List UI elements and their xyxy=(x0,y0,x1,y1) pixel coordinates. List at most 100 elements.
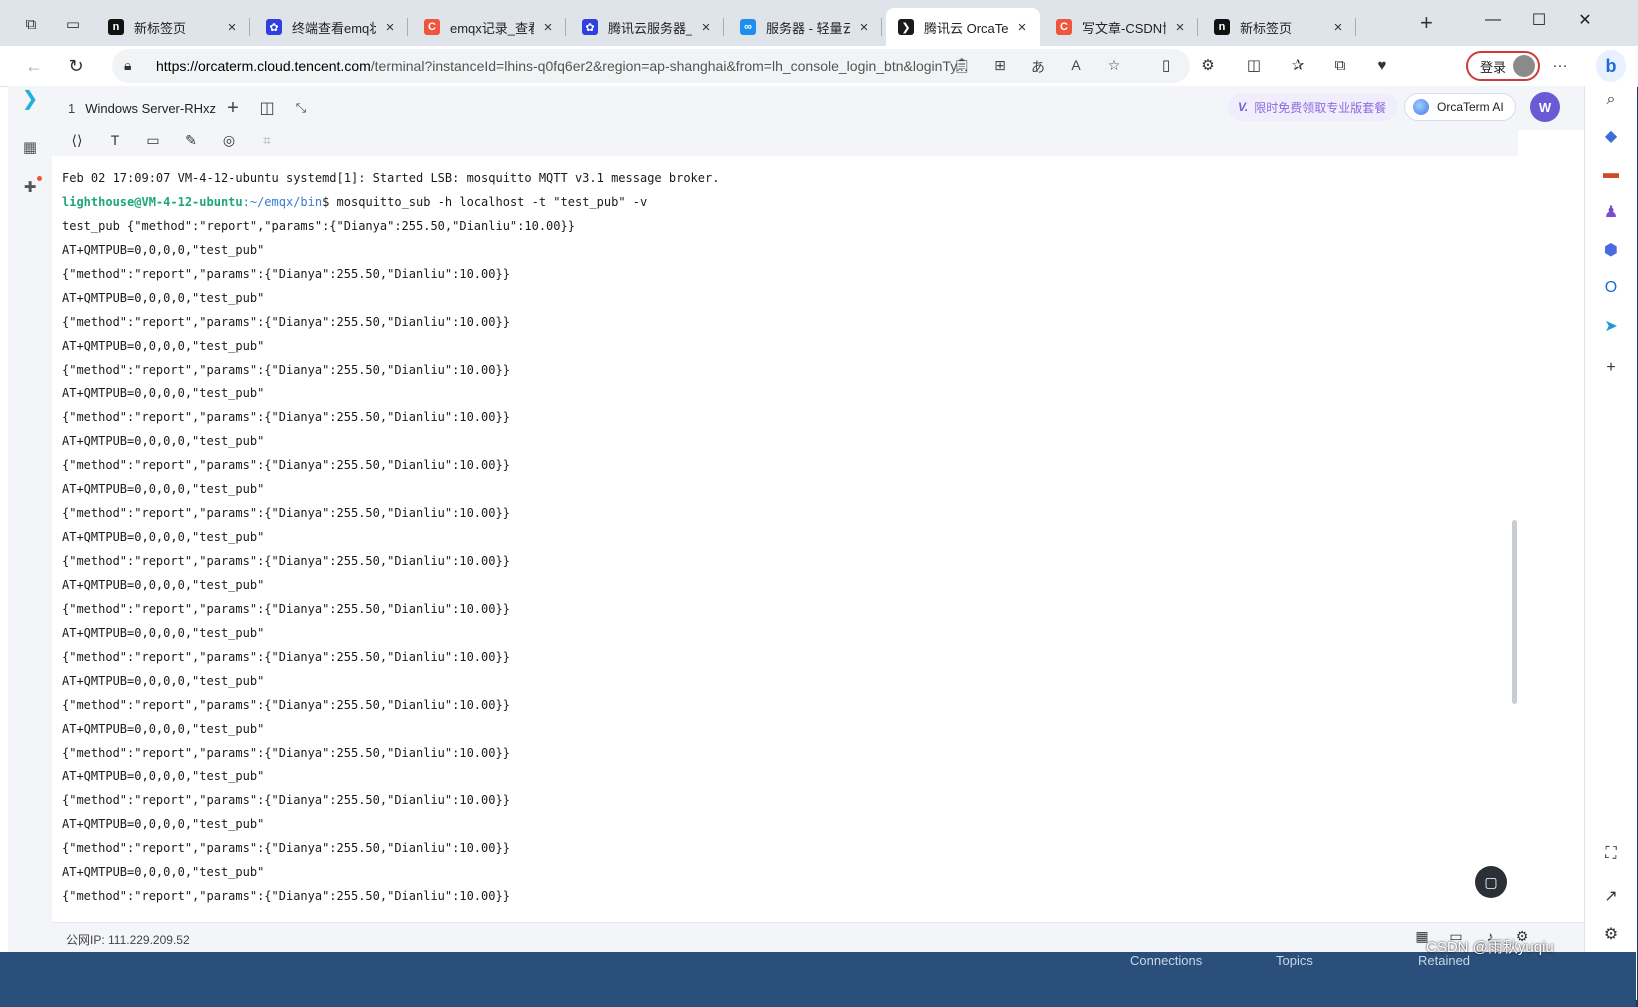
prompt-user: lighthouse@VM-4-12-ubuntu xyxy=(62,194,243,209)
close-tab-icon[interactable]: × xyxy=(224,19,240,36)
url-path: /terminal?instanceId=lhins-q0fq6er2&regi… xyxy=(370,58,968,74)
terminal-line: {"method":"report","params":{"Dianya":25… xyxy=(62,745,510,760)
search-icon[interactable]: ⌕ xyxy=(1597,88,1625,112)
terminal-line: AT+QMTPUB=0,0,0,0,"test_pub" xyxy=(62,625,265,640)
browser-tab[interactable]: n 新标签页 × xyxy=(1202,8,1356,46)
promo-banner[interactable]: V. 限时免费领取专业版套餐 xyxy=(1228,93,1398,121)
file-folder-icon[interactable]: ▭ xyxy=(142,130,164,150)
code-snippet-icon[interactable]: ⟨⟩ xyxy=(66,130,88,150)
copilot-icon[interactable]: b xyxy=(1596,50,1626,82)
browser-tab[interactable]: ✿ 终端查看emq状态 × xyxy=(254,8,408,46)
read-aloud-icon[interactable]: A xyxy=(1066,57,1086,75)
public-ip: 公网IP: 111.229.209.52 xyxy=(66,933,190,947)
browser-tab-title: 服务器 - 轻量云 - xyxy=(766,20,850,36)
new-tab-button[interactable]: + xyxy=(1420,12,1433,34)
more-menu-icon[interactable]: ··· xyxy=(1548,55,1572,77)
games-icon[interactable]: ♟ xyxy=(1597,200,1625,224)
close-window-button[interactable]: ✕ xyxy=(1562,6,1608,34)
back-button[interactable]: ← xyxy=(20,53,48,79)
session-tab-number: 1 xyxy=(68,100,76,116)
font-format-icon[interactable]: T xyxy=(104,130,126,150)
split-view-icon[interactable]: ◫ xyxy=(256,97,278,119)
translate-icon[interactable]: あ xyxy=(1028,57,1048,75)
expand-icon[interactable]: ⤡ xyxy=(290,97,312,119)
login-button[interactable]: 登录 xyxy=(1466,51,1540,81)
split-screen-icon[interactable]: ◫ xyxy=(1242,55,1266,77)
outlook-icon[interactable]: O xyxy=(1597,276,1625,300)
screenshot-icon[interactable]: ⛶ xyxy=(1597,842,1625,866)
baidu-paw-icon: ✿ xyxy=(582,19,598,35)
browser-window: ⧉ ▭ n 新标签页 × ✿ 终端查看emq状态 × Cemqx记录_查看em × ✿ 腾讯云服务… xyxy=(0,0,1638,1000)
reload-button[interactable]: ↻ xyxy=(62,53,90,79)
browser-tab[interactable]: ❯ 腾讯云 OrcaTerm × xyxy=(886,8,1040,46)
tab-actions-icon[interactable]: ▭ xyxy=(60,11,86,37)
maximize-button[interactable]: ☐ xyxy=(1516,6,1562,34)
reading-view-icon[interactable]: ▯ xyxy=(1154,55,1178,77)
tab-separator xyxy=(881,18,882,36)
sidebar-settings-icon[interactable]: ⚙ xyxy=(1597,922,1625,946)
terminal-output[interactable]: Feb 02 17:09:07 VM-4-12-ubuntu systemd[1… xyxy=(52,156,1518,922)
close-tab-icon[interactable]: × xyxy=(1172,19,1188,36)
terminal-scrollbar[interactable] xyxy=(1512,520,1517,704)
close-tab-icon[interactable]: × xyxy=(698,19,714,36)
close-tab-icon[interactable]: × xyxy=(540,19,556,36)
session-tab[interactable]: 1 Windows Server-RHxz xyxy=(52,86,216,130)
browser-tab-title: 新标签页 xyxy=(1240,20,1293,36)
app-available-icon[interactable]: ⊞ xyxy=(990,57,1010,75)
close-tab-icon[interactable]: × xyxy=(382,19,398,36)
extensions-icon[interactable]: ⚙︎ xyxy=(1196,55,1220,77)
browser-tab[interactable]: ✿ 腾讯云服务器_百度 × xyxy=(570,8,724,46)
open-external-icon[interactable]: ↗ xyxy=(1597,884,1625,908)
microsoft365-icon[interactable]: ⬢ xyxy=(1597,238,1625,262)
favorite-star-icon[interactable]: ☆ xyxy=(1104,57,1124,75)
url-text[interactable]: https://orcaterm.cloud.tencent.com/termi… xyxy=(156,58,1016,74)
collections-icon[interactable]: ⧉ xyxy=(1328,55,1352,77)
terminal-line: {"method":"report","params":{"Dianya":25… xyxy=(62,314,510,329)
favorites-icon[interactable]: ✰ xyxy=(1286,55,1310,77)
minimize-button[interactable]: — xyxy=(1470,6,1516,34)
drop-icon[interactable]: ➤ xyxy=(1597,314,1625,338)
edit-pencil-icon[interactable]: ✎ xyxy=(180,130,202,150)
address-bar: ← ↻ 🔒︎ https://orcaterm.cloud.tencent.co… xyxy=(0,46,1638,87)
close-tab-icon[interactable]: × xyxy=(856,19,872,36)
browser-tab[interactable]: Cemqx记录_查看em × xyxy=(412,8,566,46)
desktop-background: Connections Topics Retained xyxy=(0,952,1636,1007)
tencent-cloud-icon: ∞ xyxy=(740,19,756,35)
url-field[interactable]: 🔒︎ https://orcaterm.cloud.tencent.com/te… xyxy=(112,49,1190,83)
workspaces-icon[interactable]: ⧉ xyxy=(18,11,44,37)
terminal-line: {"method":"report","params":{"Dianya":25… xyxy=(62,601,510,616)
baidu-paw-icon: ✿ xyxy=(266,19,282,35)
shopping-tag-icon[interactable]: ◆ xyxy=(1597,124,1625,148)
edge-sidebar: ⌕ ◆ ▬ ♟ ⬢ O ➤ + ⛶ ↗ ⚙ xyxy=(1584,86,1637,1000)
browser-tab[interactable]: C 写文章-CSDN博客 × xyxy=(1044,8,1198,46)
close-tab-icon[interactable]: × xyxy=(1014,19,1030,36)
monitor-chart-icon[interactable]: ⌗ xyxy=(256,130,278,150)
terminal-line: {"method":"report","params":{"Dianya":25… xyxy=(62,410,510,425)
ai-orb-icon xyxy=(1413,99,1429,115)
terminal-line: Feb 02 17:09:07 VM-4-12-ubuntu systemd[1… xyxy=(62,171,720,185)
browser-essentials-icon[interactable]: ♥ xyxy=(1370,55,1394,77)
user-avatar[interactable]: W xyxy=(1530,92,1560,122)
chat-feedback-icon[interactable]: ▢ xyxy=(1475,866,1507,898)
browser-tab[interactable]: n 新标签页 × xyxy=(96,8,250,46)
notification-dot xyxy=(37,176,42,181)
add-sidebar-app-icon[interactable]: + xyxy=(1597,356,1625,380)
new-session-icon[interactable]: + xyxy=(222,97,244,119)
lock-icon: 🔒︎ xyxy=(124,57,132,73)
terminal-line: {"method":"report","params":{"Dianya":25… xyxy=(62,841,510,856)
browser-tab-title: 写文章-CSDN博客 xyxy=(1082,20,1166,36)
dashboard-gauge-icon[interactable]: ◎ xyxy=(218,130,240,150)
status-bar: 公网IP: 111.229.209.52 ▦ ▭ ♪ ⚙ xyxy=(52,922,1584,953)
browser-tab[interactable]: ∞ 服务器 - 轻量云 - × xyxy=(728,8,882,46)
apps-grid-icon[interactable]: ▦ xyxy=(19,136,41,158)
tab-separator xyxy=(723,18,724,36)
terminal-line: {"method":"report","params":{"Dianya":25… xyxy=(62,506,510,521)
toolbox-icon[interactable]: ▬ xyxy=(1597,162,1625,186)
terminal-line: AT+QMTPUB=0,0,0,0,"test_pub" xyxy=(62,817,265,832)
close-tab-icon[interactable]: × xyxy=(1330,19,1346,36)
terminal-line: {"method":"report","params":{"Dianya":25… xyxy=(62,649,510,664)
desktop-label-connections: Connections xyxy=(1130,953,1203,968)
orcaterm-logo-icon[interactable]: ❯ xyxy=(19,86,41,110)
clipboard-icon[interactable]: 📋︎ xyxy=(952,57,972,75)
orcaterm-ai-button[interactable]: OrcaTerm AI xyxy=(1404,93,1516,121)
